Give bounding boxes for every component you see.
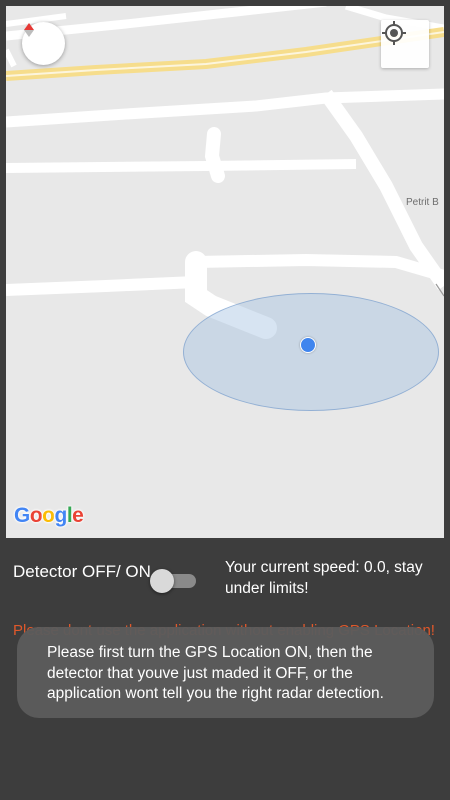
- my-location-button[interactable]: [381, 20, 429, 68]
- toast-message: Please first turn the GPS Location ON, t…: [17, 627, 434, 718]
- toggle-thumb: [150, 569, 174, 593]
- detector-label: Detector OFF/ ON: [13, 562, 151, 581]
- compass-button[interactable]: [22, 22, 65, 65]
- google-logo-letter: o: [42, 504, 55, 527]
- map-view[interactable]: Petrit B Google: [6, 6, 444, 538]
- google-logo-letter: o: [29, 504, 43, 527]
- current-speed-text: Your current speed: 0.0, stay under limi…: [225, 559, 423, 597]
- street-label: Petrit B: [406, 197, 439, 208]
- current-location-dot: [300, 337, 316, 353]
- google-logo-letter: g: [54, 504, 68, 527]
- detector-toggle[interactable]: [150, 568, 200, 594]
- google-logo: Google: [14, 504, 84, 528]
- map-roads: [6, 6, 444, 339]
- google-logo-letter: e: [72, 504, 84, 527]
- google-logo-letter: G: [14, 504, 30, 527]
